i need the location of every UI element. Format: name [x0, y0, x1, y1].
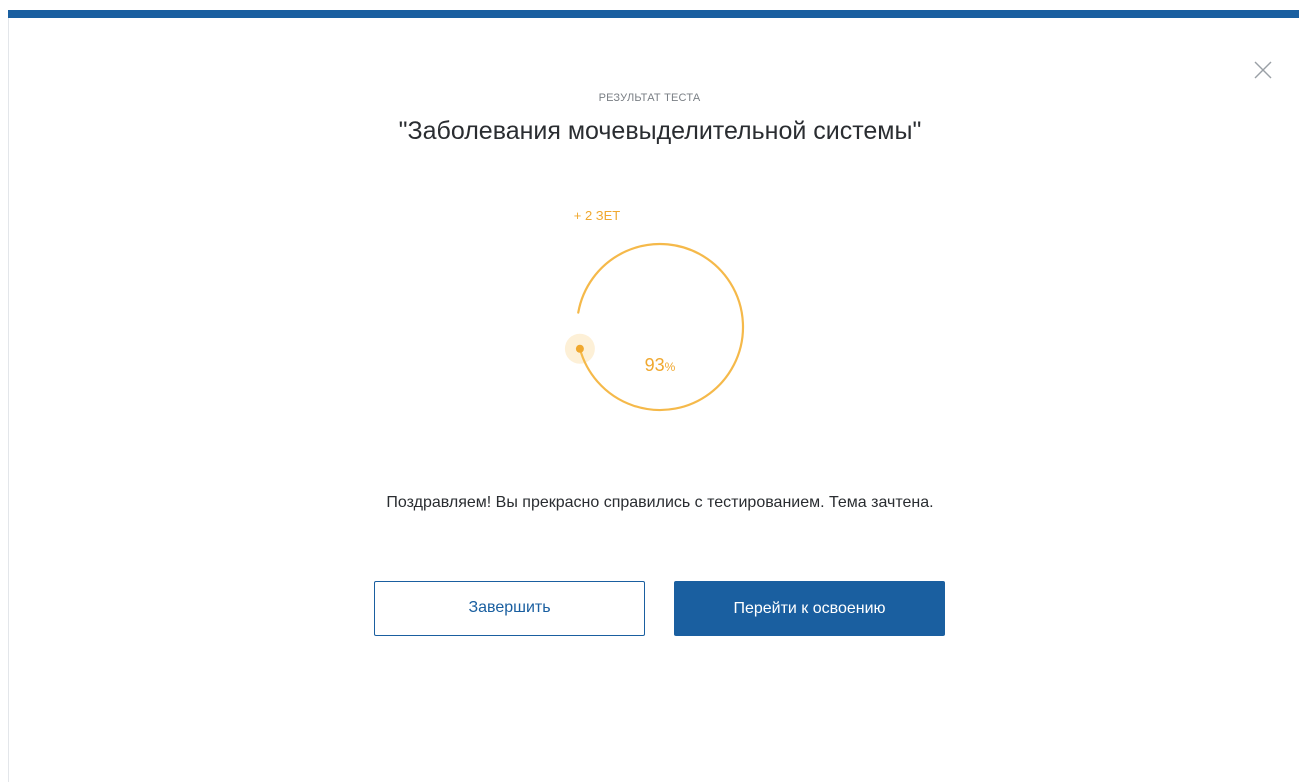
test-title: "Заболевания мочевыделительной системы": [398, 117, 922, 145]
credit-label: + 2 ЗЕТ: [573, 208, 621, 223]
result-message: Поздравляем! Вы прекрасно справились с т…: [386, 494, 934, 511]
score-gauge-arc: [577, 242, 745, 412]
close-icon: [1254, 61, 1272, 79]
score-gauge: [550, 200, 780, 430]
score-percent-symbol: %: [664, 360, 676, 374]
close-button[interactable]: [1253, 60, 1273, 80]
top-accent-bar: [0, 0, 1299, 20]
score-percent-value: 93: [644, 355, 665, 375]
modal-subtitle: РЕЗУЛЬТАТ ТЕСТА: [598, 92, 701, 104]
top-accent-bar-fill: [8, 10, 1299, 18]
score-gauge-marker: [575, 344, 584, 353]
finish-button[interactable]: Завершить: [374, 581, 645, 636]
go-to-study-button[interactable]: Перейти к освоению: [674, 581, 945, 636]
score-percent: 93%: [620, 355, 700, 376]
score-gauge-svg: [564, 242, 745, 412]
